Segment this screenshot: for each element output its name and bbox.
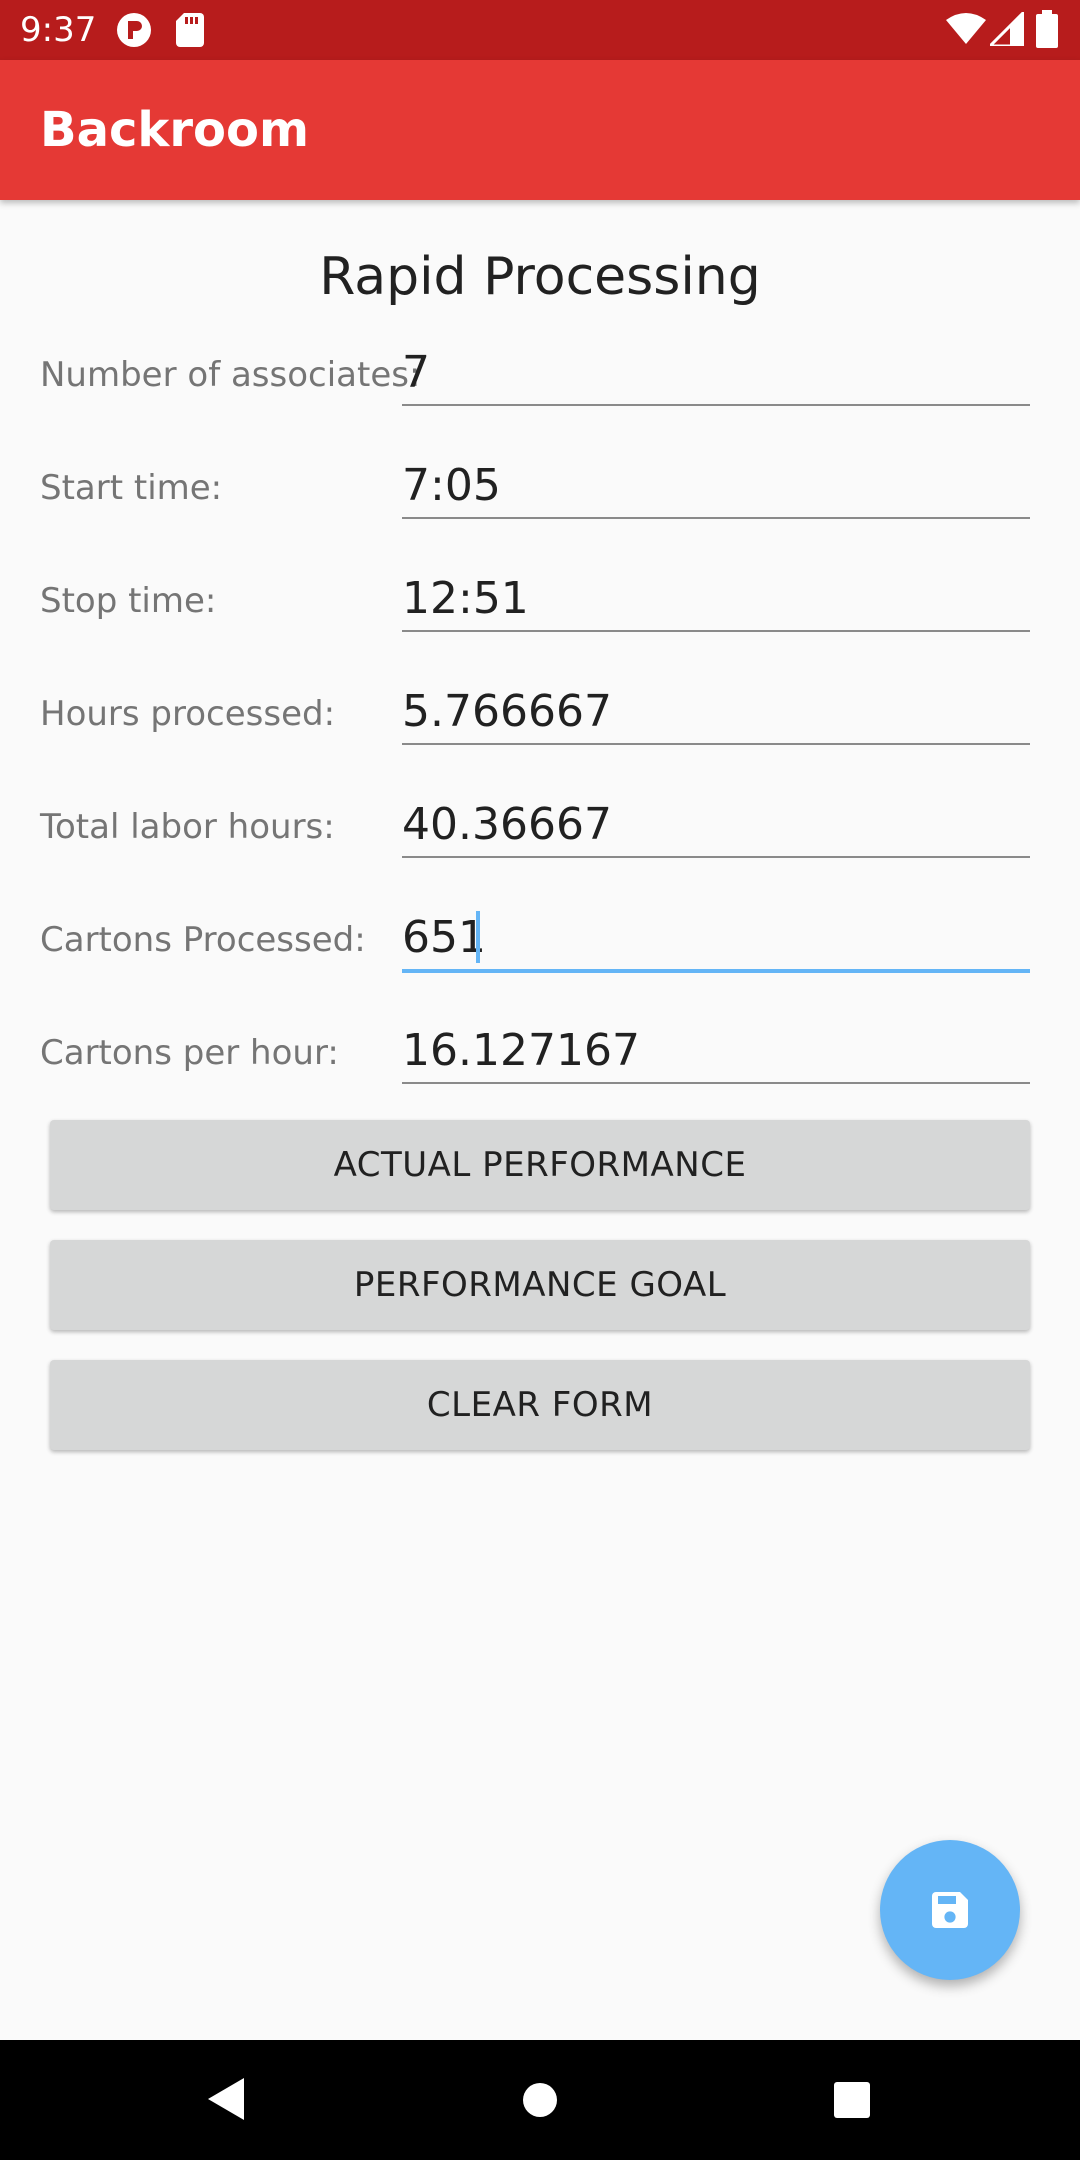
start-time-input[interactable] xyxy=(402,453,1030,519)
form-row-stop-time: Stop time: xyxy=(0,566,1080,676)
start-time-label: Start time: xyxy=(40,468,223,508)
battery-icon xyxy=(1036,10,1058,53)
stop-time-input[interactable] xyxy=(402,566,1030,632)
app-screen: 9:37 Backroom Rapid Processing Number of… xyxy=(0,0,1080,2160)
sd-card-icon xyxy=(176,13,204,52)
save-icon xyxy=(932,1892,968,1928)
cartons-per-hour-label: Cartons per hour: xyxy=(40,1033,339,1073)
back-icon[interactable] xyxy=(204,2076,248,2127)
cartons-per-hour-input[interactable] xyxy=(402,1018,1030,1084)
page-title: Rapid Processing xyxy=(319,247,761,307)
cell-signal-icon xyxy=(986,8,1026,51)
app-bar: Backroom xyxy=(0,60,1080,200)
form-row-associates: Number of associates: xyxy=(0,340,1080,450)
hours-processed-input[interactable] xyxy=(402,679,1030,745)
form-row-cartons-per-hour: Cartons per hour: xyxy=(0,1018,1080,1128)
save-fab-button[interactable] xyxy=(880,1840,1020,1980)
status-bar: 9:37 xyxy=(0,0,1080,60)
stop-time-label: Stop time: xyxy=(40,581,217,621)
recents-icon[interactable] xyxy=(834,2082,870,2123)
cartons-processed-label: Cartons Processed: xyxy=(40,920,366,960)
app-notification-icon xyxy=(116,12,152,53)
performance-goal-button[interactable]: PERFORMANCE GOAL xyxy=(50,1240,1030,1330)
actual-performance-button[interactable]: ACTUAL PERFORMANCE xyxy=(50,1120,1030,1210)
navigation-bar xyxy=(0,2040,1080,2160)
wifi-icon xyxy=(946,12,986,51)
text-caret xyxy=(476,911,480,963)
form-row-hours-processed: Hours processed: xyxy=(0,679,1080,789)
home-icon[interactable] xyxy=(522,2082,558,2123)
clear-form-button[interactable]: CLEAR FORM xyxy=(50,1360,1030,1450)
associates-label: Number of associates: xyxy=(40,355,421,395)
hours-processed-label: Hours processed: xyxy=(40,694,336,734)
total-labor-hours-input[interactable] xyxy=(402,792,1030,858)
associates-input[interactable] xyxy=(402,340,1030,406)
form-row-cartons-processed: Cartons Processed: xyxy=(0,905,1080,1015)
app-title: Backroom xyxy=(40,102,309,158)
total-labor-hours-label: Total labor hours: xyxy=(40,807,335,847)
form-row-start-time: Start time: xyxy=(0,453,1080,563)
form-row-total-labor-hours: Total labor hours: xyxy=(0,792,1080,902)
status-time: 9:37 xyxy=(20,10,97,50)
cartons-processed-input[interactable] xyxy=(402,905,1030,973)
